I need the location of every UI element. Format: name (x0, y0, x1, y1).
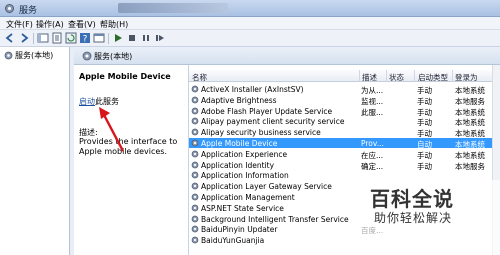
service-name-cell: ActiveX Installer (AxInstSV) (201, 85, 304, 94)
console-tree-icon[interactable] (37, 32, 49, 44)
column-logon-as[interactable]: 登录为 (455, 72, 478, 83)
service-gear-icon (191, 128, 199, 136)
annotation-arrow (99, 107, 125, 152)
service-gear-icon (191, 96, 199, 104)
column-description[interactable]: 描述 (362, 72, 377, 83)
service-gear-icon (191, 226, 199, 233)
blurred-region (118, 3, 228, 13)
tree-node-services-local[interactable]: 服务(本地) (4, 50, 53, 61)
console-tree: 服务(本地) (0, 47, 70, 255)
service-description-cell: Prov... (361, 139, 384, 148)
column-startup-type[interactable]: 启动类型 (418, 72, 448, 83)
service-gear-icon (191, 172, 199, 179)
service-name-cell: BaiduYunGuanjia (201, 236, 265, 246)
service-gear-icon (191, 193, 199, 201)
services-app-icon (5, 4, 14, 13)
service-name-cell: ASP.NET State Service (201, 203, 284, 213)
refresh-icon[interactable] (65, 32, 77, 44)
service-name-cell: Adaptive Brightness (201, 95, 277, 105)
help-icon[interactable]: ? (79, 32, 91, 44)
service-gear-icon (191, 118, 199, 125)
window-title: 服务 (19, 6, 38, 16)
column-divider[interactable] (386, 70, 387, 82)
table-row[interactable]: Application Experience 在应... 手动 本地系统 (189, 149, 500, 160)
toolbar-separator (108, 33, 109, 44)
service-name-cell: Application Layer Gateway Service (201, 182, 332, 192)
column-divider[interactable] (414, 70, 415, 82)
export-icon[interactable] (93, 32, 105, 44)
pause-service-icon[interactable] (140, 32, 152, 44)
watermark-subtitle: 助你轻松解决 (374, 211, 453, 225)
service-gear-icon (191, 182, 199, 190)
start-service-icon[interactable] (112, 32, 124, 44)
service-name-cell: Apple Mobile Device (201, 139, 278, 148)
service-gear-icon (191, 204, 199, 212)
service-gear-icon (191, 236, 199, 244)
gear-icon (82, 51, 92, 61)
service-detail-pane: Apple Mobile Device 启动此服务 描述: Provides t… (74, 65, 188, 255)
panel-title: 服务(本地) (94, 52, 133, 61)
menu-bar: 文件(F) 操作(A) 查看(V) 帮助(H) (0, 17, 500, 30)
column-divider[interactable] (452, 70, 453, 82)
service-gear-icon (191, 85, 199, 93)
toolbar: ? (0, 30, 500, 47)
table-row[interactable]: ActiveX Installer (AxInstSV) 为从... 手动 本地系统 (189, 84, 500, 95)
watermark: 百科全说 助你轻松解决 (356, 180, 500, 255)
table-row[interactable]: Alipay security business service 手动 本地系统 (189, 127, 500, 138)
table-row[interactable]: Application Information (189, 170, 500, 180)
forward-icon[interactable] (18, 32, 30, 44)
table-row[interactable]: Adaptive Brightness 监视... 手动 本地服务 (189, 95, 500, 106)
service-gear-icon (191, 161, 199, 168)
service-name-cell: Application Identity (201, 160, 275, 170)
start-service-link[interactable]: 启动 (79, 97, 95, 106)
table-header: 名称 描述 状态 启动类型 登录为 (189, 70, 500, 82)
panel-header: 服务(本地) (74, 47, 500, 65)
table-row[interactable]: Application Identity 确定... 手动 本地服务 (189, 160, 500, 171)
service-name-cell: Alipay security business service (201, 128, 321, 138)
service-name-cell: Application Experience (201, 149, 288, 159)
table-row[interactable]: Adobe Flash Player Update Service 此服... 手动… (189, 106, 500, 117)
table-row[interactable]: Alipay payment client security service 手动… (189, 116, 500, 127)
service-name-cell: Adobe Flash Player Update Service (201, 106, 333, 116)
description-text: Provides the interface to Apple mobile d… (79, 137, 178, 156)
back-icon[interactable] (4, 32, 16, 44)
service-name-cell: Alipay payment client security service (201, 117, 345, 127)
service-name-cell: BaiduPinyin Updater (201, 225, 278, 235)
service-gear-icon (191, 107, 199, 114)
column-status[interactable]: 状态 (389, 72, 404, 83)
properties-icon[interactable] (51, 32, 63, 44)
stop-service-icon[interactable] (126, 32, 138, 44)
service-gear-icon (191, 215, 199, 222)
toolbar-separator (33, 33, 34, 44)
tree-node-label: 服务(本地) (15, 51, 54, 60)
watermark-title: 百科全说 (370, 187, 454, 211)
table-row[interactable]: Apple Mobile Device Prov... 自动 本地系统 (189, 138, 500, 149)
service-gear-icon (191, 139, 199, 147)
selected-service-name: Apple Mobile Device (79, 72, 171, 81)
svg-text:?: ? (83, 35, 88, 45)
service-name-cell: Application Information (201, 171, 289, 181)
service-name-cell: Background Intelligent Transfer Service (201, 214, 349, 224)
column-divider[interactable] (359, 70, 360, 82)
title-bar: 服务 (0, 0, 500, 17)
service-gear-icon (191, 150, 199, 158)
service-name-cell: Application Management (201, 193, 295, 202)
column-name[interactable]: 名称 (192, 72, 207, 83)
gear-icon (4, 51, 13, 60)
restart-service-icon[interactable] (154, 32, 166, 44)
